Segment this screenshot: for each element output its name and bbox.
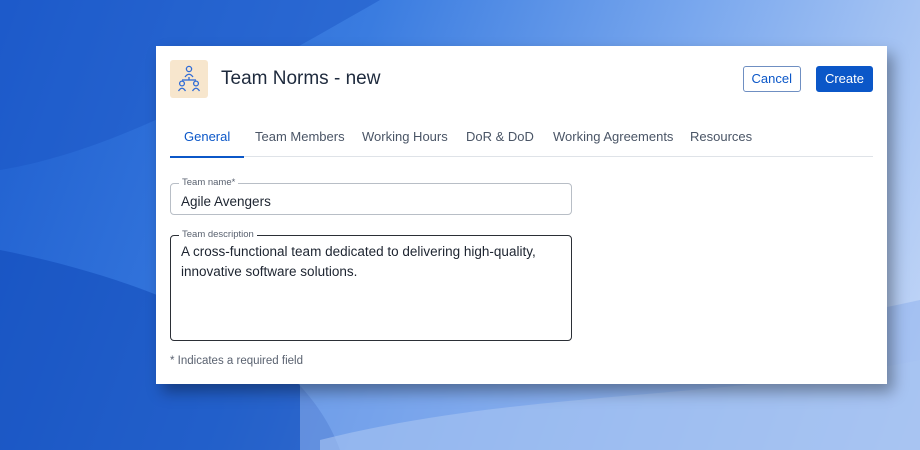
team-description-value[interactable]: A cross-functional team dedicated to del… [181,242,561,282]
team-name-value[interactable]: Agile Avengers [181,192,561,212]
team-norms-dialog: Team Norms - new Cancel Create General T… [156,46,887,384]
tab-working-hours[interactable]: Working Hours [348,118,462,157]
tab-dor-dod[interactable]: DoR & DoD [452,118,548,157]
team-hierarchy-icon [170,60,208,98]
page-title: Team Norms - new [221,68,381,89]
team-name-label: Team name* [179,177,239,188]
team-name-field[interactable]: Team name* Agile Avengers [170,177,572,215]
tab-team-members[interactable]: Team Members [241,118,359,157]
team-description-label: Team description [179,229,257,240]
required-field-note: * Indicates a required field [170,355,303,367]
tab-resources[interactable]: Resources [676,118,766,157]
tab-general[interactable]: General [170,118,245,158]
dialog-header: Team Norms - new Cancel Create [168,60,873,100]
team-description-field[interactable]: Team description A cross-functional team… [170,229,572,341]
tab-working-agreements[interactable]: Working Agreements [539,118,687,157]
cancel-button[interactable]: Cancel [742,66,801,92]
create-button[interactable]: Create [815,66,873,92]
tab-bar: General Team Members Working Hours DoR &… [170,118,873,158]
